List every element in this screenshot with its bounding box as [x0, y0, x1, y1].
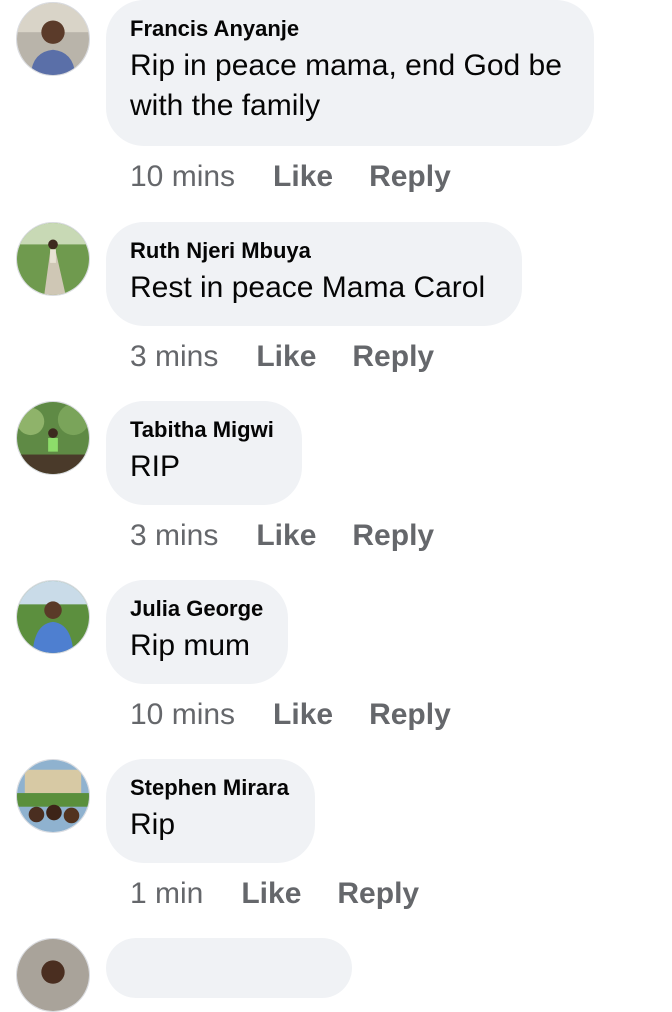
comment-text: Rip in peace mama, end God be with the f… — [130, 49, 562, 122]
comment-time[interactable]: 1 min — [130, 877, 203, 911]
comment-time[interactable]: 3 mins — [130, 519, 218, 553]
comment-author[interactable]: Francis Anyanje — [130, 16, 570, 42]
reply-button[interactable]: Reply — [352, 340, 434, 374]
avatar[interactable] — [16, 222, 90, 296]
comment-bubble: Ruth Njeri Mbuya Rest in peace Mama Caro… — [106, 222, 522, 326]
profile-photo-icon — [17, 760, 89, 832]
comment-actions: 10 mins Like Reply — [130, 698, 487, 732]
avatar[interactable] — [16, 2, 90, 76]
profile-photo-icon — [17, 939, 89, 1011]
comment-actions: 10 mins Like Reply — [130, 160, 487, 194]
comment-time[interactable]: 3 mins — [130, 340, 218, 374]
reply-button[interactable]: Reply — [369, 160, 451, 194]
like-button[interactable]: Like — [241, 877, 301, 911]
like-button[interactable]: Like — [273, 160, 333, 194]
comment-author[interactable]: Julia George — [130, 596, 264, 622]
comment-bubble: Julia George Rip mum — [106, 580, 288, 684]
comment-author[interactable]: Ruth Njeri Mbuya — [130, 238, 498, 264]
reply-button[interactable]: Reply — [352, 519, 434, 553]
comment-bubble: Tabitha Migwi RIP — [106, 401, 302, 505]
profile-photo-icon — [17, 581, 89, 653]
comment-text: RIP — [130, 450, 181, 483]
comment-author[interactable]: Tabitha Migwi — [130, 417, 278, 443]
comment-text: Rest in peace Mama Carol — [130, 271, 486, 304]
comment-author[interactable]: Stephen Mirara — [130, 775, 291, 801]
profile-photo-icon — [17, 223, 89, 295]
comment-actions: 1 min Like Reply — [130, 877, 455, 911]
comment-time[interactable]: 10 mins — [130, 698, 235, 732]
comment-time[interactable]: 10 mins — [130, 160, 235, 194]
comment-bubble: Stephen Mirara Rip — [106, 759, 315, 863]
like-button[interactable]: Like — [256, 519, 316, 553]
profile-photo-icon — [17, 3, 89, 75]
avatar[interactable] — [16, 401, 90, 475]
like-button[interactable]: Like — [256, 340, 316, 374]
comment-text: Rip mum — [130, 629, 251, 662]
comment-actions: 3 mins Like Reply — [130, 340, 470, 374]
comment-actions: 3 mins Like Reply — [130, 519, 470, 553]
avatar[interactable] — [16, 580, 90, 654]
avatar[interactable] — [16, 938, 90, 1012]
like-button[interactable]: Like — [273, 698, 333, 732]
reply-button[interactable]: Reply — [369, 698, 451, 732]
comment-bubble: Francis Anyanje Rip in peace mama, end G… — [106, 0, 594, 146]
comment-bubble — [106, 938, 352, 998]
profile-photo-icon — [17, 402, 89, 474]
avatar[interactable] — [16, 759, 90, 833]
reply-button[interactable]: Reply — [337, 877, 419, 911]
comment-text: Rip — [130, 808, 176, 841]
